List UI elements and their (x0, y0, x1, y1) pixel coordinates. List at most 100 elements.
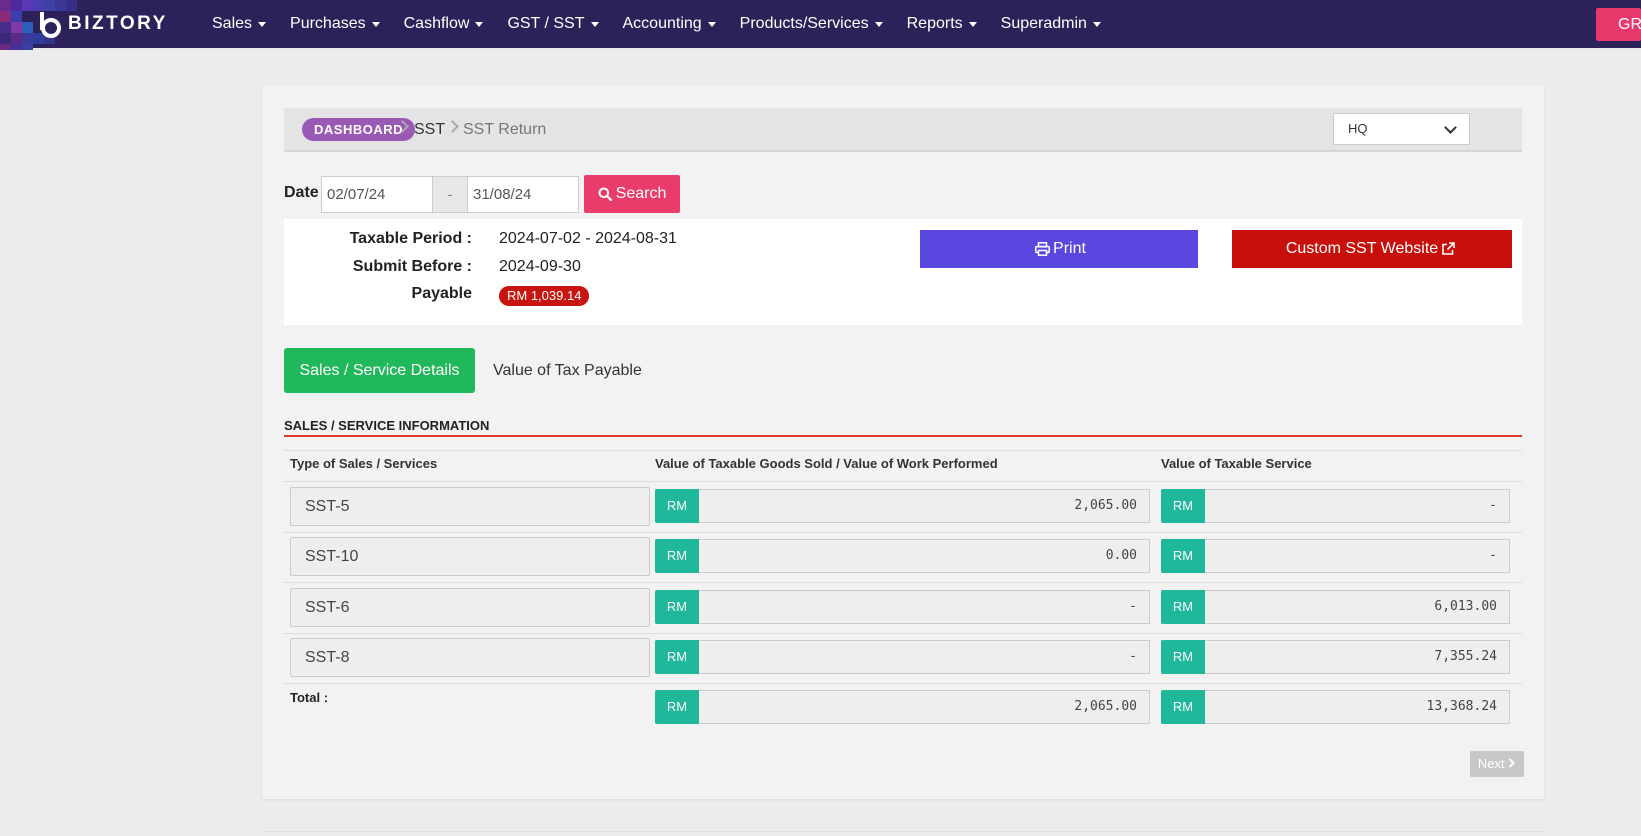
table-row-type: SST-5 (290, 487, 650, 526)
currency-tag: RM (655, 690, 699, 724)
caret-down-icon (371, 21, 380, 27)
currency-tag: RM (655, 640, 699, 674)
tab-sales-service-details[interactable]: Sales / Service Details (284, 348, 475, 393)
caret-down-icon (1092, 21, 1101, 27)
currency-tag: RM (1161, 690, 1205, 724)
payable-label: Payable (411, 285, 472, 302)
custom-sst-website-button[interactable]: Custom SST Website (1232, 230, 1512, 268)
chevron-down-icon (1444, 121, 1457, 134)
submit-before-label: Submit Before : (352, 258, 472, 275)
brand-logo[interactable]: BIZTORY (38, 10, 168, 38)
total-goods-field: RM 2,065.00 (655, 690, 1150, 724)
nav-sales[interactable]: Sales (212, 15, 267, 33)
caret-down-icon (874, 21, 883, 27)
currency-tag: RM (1161, 539, 1205, 573)
service-value: - (1205, 539, 1510, 573)
nav-gst-sst[interactable]: GST / SST (507, 15, 599, 33)
currency-tag: RM (1161, 489, 1205, 523)
branch-select[interactable]: HQ (1333, 113, 1470, 145)
service-value-field: RM - (1161, 489, 1510, 523)
column-header-type: Type of Sales / Services (290, 456, 438, 471)
currency-tag: RM (655, 590, 699, 624)
table-divider (284, 633, 1522, 634)
print-button[interactable]: Print (920, 230, 1198, 268)
currency-tag: RM (1161, 590, 1205, 624)
taxable-period-value: 2024-07-02 - 2024-08-31 (499, 230, 677, 247)
goods-value-field: RM 0.00 (655, 539, 1150, 573)
navbar-right-button[interactable]: GR (1596, 8, 1641, 41)
search-icon (598, 187, 612, 201)
top-navbar: BIZTORY Sales Purchases Cashflow GST / S… (0, 0, 1641, 50)
total-label: Total : (290, 690, 329, 705)
nav-cashflow[interactable]: Cashflow (404, 15, 484, 33)
goods-value-field: RM - (655, 590, 1150, 624)
date-separator: - (433, 176, 467, 213)
nav-products-services[interactable]: Products/Services (740, 15, 883, 33)
table-divider (284, 481, 1522, 482)
custom-sst-website-label: Custom SST Website (1285, 240, 1439, 257)
date-to-input[interactable]: 31/08/24 (467, 176, 579, 213)
column-header-goods: Value of Taxable Goods Sold / Value of W… (655, 456, 998, 471)
external-link-icon (1442, 242, 1455, 255)
service-value-field: RM - (1161, 539, 1510, 573)
search-button[interactable]: Search (584, 175, 680, 213)
chevron-right-icon (1508, 758, 1516, 768)
next-button-label: Next (1477, 756, 1505, 771)
goods-value: - (699, 640, 1150, 674)
nav-reports[interactable]: Reports (907, 15, 977, 33)
print-button-label: Print (1053, 240, 1086, 257)
goods-value: 0.00 (699, 539, 1150, 573)
goods-value-field: RM 2,065.00 (655, 489, 1150, 523)
nav-superadmin[interactable]: Superadmin (1001, 15, 1101, 33)
nav-accounting[interactable]: Accounting (623, 15, 716, 33)
search-button-label: Search (615, 185, 667, 202)
service-value: 6,013.00 (1205, 590, 1510, 624)
tab-value-of-tax-payable[interactable]: Value of Tax Payable (493, 348, 642, 393)
caret-down-icon (475, 21, 484, 27)
total-service-value: 13,368.24 (1205, 690, 1510, 724)
currency-tag: RM (655, 539, 699, 573)
table-row-type: SST-10 (290, 537, 650, 576)
date-from-input[interactable]: 02/07/24 (321, 176, 433, 213)
service-value-field: RM 7,355.24 (1161, 640, 1510, 674)
goods-value: 2,065.00 (699, 489, 1150, 523)
main-menu: Sales Purchases Cashflow GST / SST Accou… (212, 0, 1125, 48)
next-button[interactable]: Next (1470, 751, 1524, 777)
table-divider (284, 532, 1522, 533)
footer-divider (262, 831, 1544, 832)
table-divider (284, 683, 1522, 684)
service-value-field: RM 6,013.00 (1161, 590, 1510, 624)
return-summary-panel: Taxable Period : 2024-07-02 - 2024-08-31… (284, 219, 1522, 325)
date-label: Date (284, 184, 319, 201)
goods-value-field: RM - (655, 640, 1150, 674)
table-divider (284, 450, 1522, 451)
caret-down-icon (968, 21, 977, 27)
table-row-type: SST-6 (290, 588, 650, 627)
caret-down-icon (590, 21, 599, 27)
section-title: SALES / SERVICE INFORMATION (284, 418, 490, 433)
payable-amount-badge: RM 1,039.14 (499, 286, 590, 306)
caret-down-icon (707, 21, 716, 27)
brand-name: BIZTORY (68, 13, 168, 34)
print-icon (1035, 242, 1050, 256)
breadcrumb-current: SST Return (463, 121, 547, 138)
chevron-right-icon (446, 120, 459, 133)
branch-select-value: HQ (1348, 121, 1368, 136)
currency-tag: RM (655, 489, 699, 523)
breadcrumb-sst[interactable]: SST (414, 118, 445, 141)
column-header-service: Value of Taxable Service (1161, 456, 1312, 471)
total-goods-value: 2,065.00 (699, 690, 1150, 724)
taxable-period-label: Taxable Period : (349, 230, 472, 247)
breadcrumb-dashboard[interactable]: DASHBOARD (302, 118, 415, 141)
breadcrumb: DASHBOARD SST SST Return HQ (284, 108, 1522, 152)
service-value: - (1205, 489, 1510, 523)
currency-tag: RM (1161, 640, 1205, 674)
caret-down-icon (258, 21, 267, 27)
nav-purchases[interactable]: Purchases (290, 15, 380, 33)
section-divider (284, 435, 1522, 437)
biztory-logo-icon (40, 12, 61, 38)
table-divider (284, 582, 1522, 583)
service-value: 7,355.24 (1205, 640, 1510, 674)
total-service-field: RM 13,368.24 (1161, 690, 1510, 724)
goods-value: - (699, 590, 1150, 624)
